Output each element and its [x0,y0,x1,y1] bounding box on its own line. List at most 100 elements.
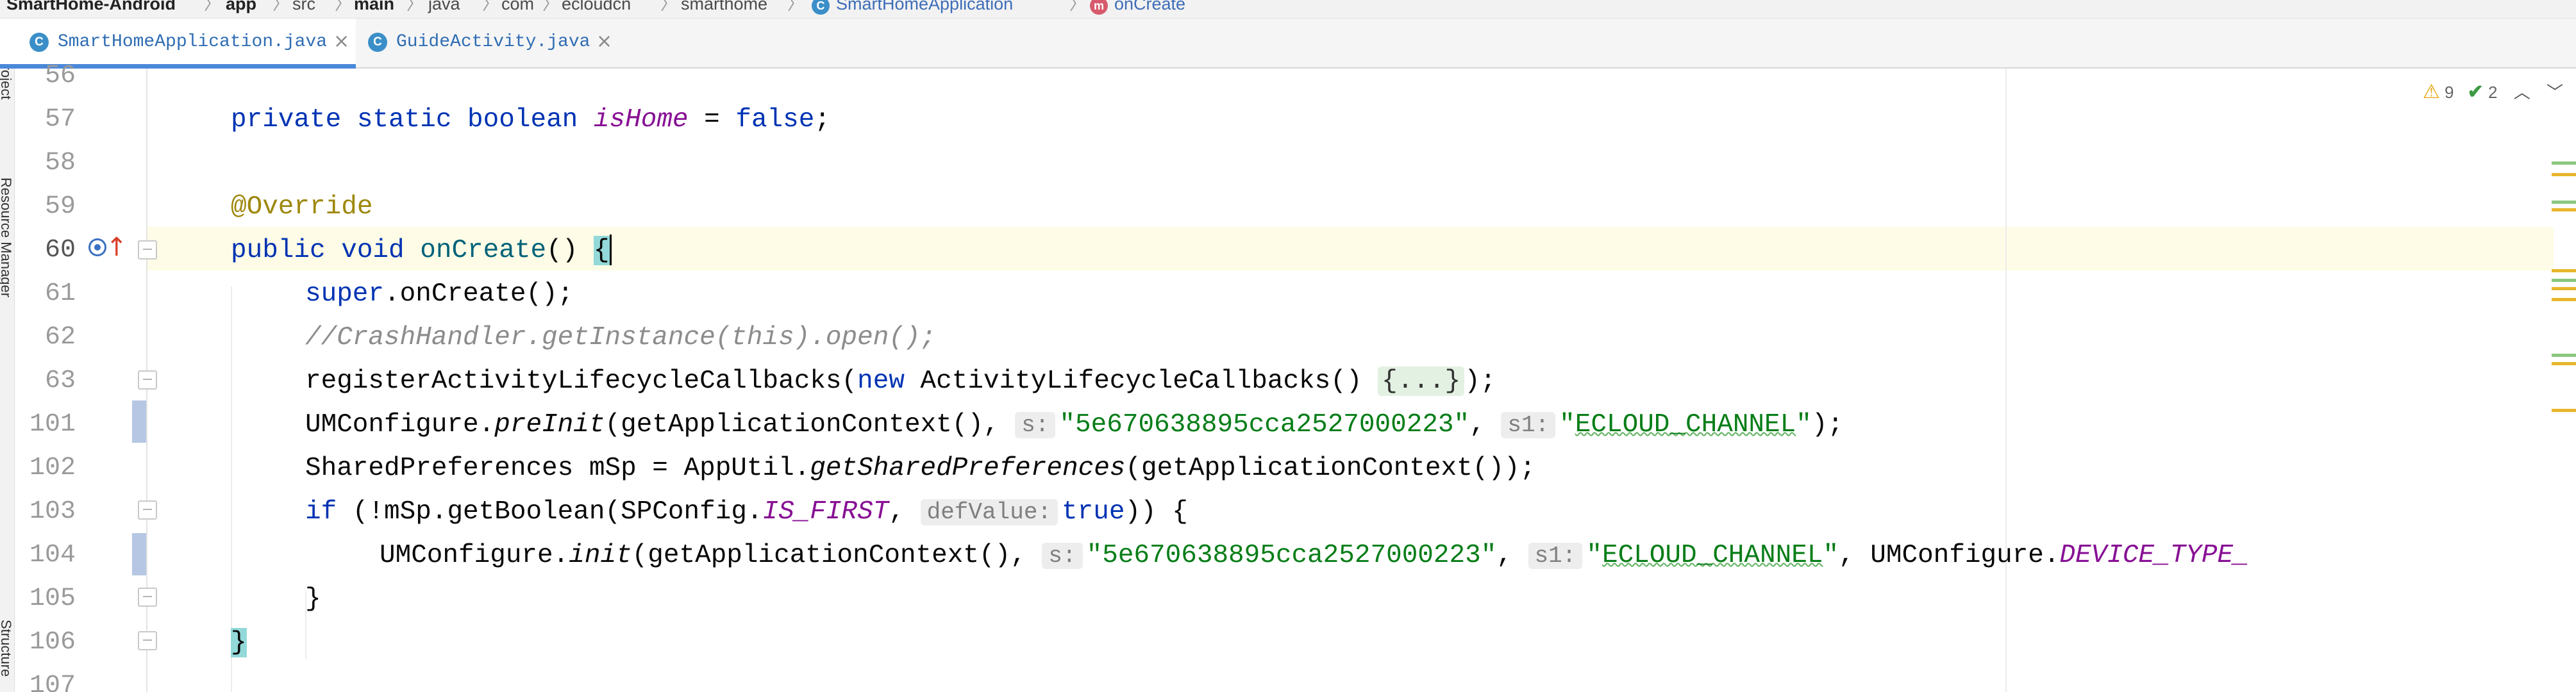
code-line[interactable]: registerActivityLifecycleCallbacks(new A… [305,359,1496,403]
breadcrumb-item[interactable]: ecloudcn [562,0,631,13]
next-highlight-icon[interactable]: ﹀ [2547,83,2563,102]
error-stripe-marker[interactable] [2552,208,2576,211]
breadcrumb-item[interactable]: smarthome [681,0,767,13]
code-token: preInit [494,410,605,440]
code-line[interactable]: if (!mSp.getBoolean(SPConfig.IS_FIRST, d… [305,490,1188,534]
code-token: } [305,584,321,614]
error-stripe-marker[interactable] [2552,173,2576,176]
line-number[interactable]: 106 [19,621,76,664]
tab-guideactivity-java[interactable]: C GuideActivity.java × [359,19,615,67]
code-token: ; [814,105,830,135]
project-tool-button[interactable]: Project [0,69,14,99]
code-token: " [1796,410,1812,440]
line-number[interactable]: 59 [19,185,76,229]
error-stripe-marker[interactable] [2552,279,2576,282]
breadcrumb-item[interactable]: onCreate [1114,0,1185,13]
breadcrumb-separator: 〉 [272,0,290,13]
error-stripe-marker[interactable] [2552,362,2576,365]
line-number[interactable]: 102 [19,447,76,490]
folded-code-block[interactable]: {...} [1378,367,1465,396]
check-icon: ✔ [2467,81,2484,103]
line-number[interactable]: 103 [19,490,76,534]
code-editor[interactable]: private static boolean isHome = false; @O… [147,69,2532,692]
error-stripe-marker[interactable] [2552,409,2576,412]
breadcrumb-item[interactable]: SmartHome-Android [6,0,176,13]
code-line[interactable]: } [305,577,321,621]
breadcrumb-item[interactable]: java [428,0,460,13]
code-line[interactable]: UMConfigure.preInit(getApplicationContex… [305,403,1843,447]
code-token: .onCreate(); [384,279,574,309]
line-number[interactable]: 56 [19,54,76,98]
code-line[interactable]: } [231,621,247,664]
code-token: IS_FIRST [762,497,889,527]
line-number[interactable]: 101 [19,403,76,447]
line-number[interactable]: 57 [19,98,76,142]
error-stripe-marker[interactable] [2552,161,2576,165]
structure-tool-button[interactable]: Structure [0,620,14,677]
code-token: () [546,236,594,265]
line-number[interactable]: 61 [19,272,76,316]
code-line[interactable]: SharedPreferences mSp = AppUtil.getShare… [305,447,1535,490]
override-icon[interactable] [88,238,106,256]
code-line[interactable]: public void onCreate() { [231,229,612,272]
vcs-change-marker[interactable] [132,533,146,575]
class-icon: C [368,33,387,52]
code-token: (getApplicationContext()); [1125,454,1536,483]
code-token: DEVICE_TYPE_ [2059,541,2249,570]
close-icon[interactable]: × [596,29,612,54]
code-token: init [569,541,632,570]
vcs-change-marker[interactable] [132,400,146,443]
override-arrow-icon[interactable]: ↑ [106,232,128,263]
breadcrumb-separator: 〉 [660,0,678,13]
code-line[interactable]: UMConfigure.init(getApplicationContext()… [380,534,2249,577]
line-number[interactable]: 107 [19,664,76,692]
code-token: UMConfigure. [305,410,495,440]
breadcrumb-separator: 〉 [1069,0,1087,13]
warning-count: 9 [2444,83,2454,102]
breadcrumb-item[interactable]: main [354,0,394,13]
code-token: { [593,236,610,265]
parameter-hint: defValue: [920,499,1058,525]
code-token: SharedPreferences mSp = AppUtil. [305,454,810,483]
line-number[interactable]: 60 [19,229,76,272]
code-line[interactable]: //CrashHandler.getInstance(this).open(); [305,316,936,359]
error-stripe-marker[interactable] [2552,298,2576,301]
breadcrumb-item[interactable]: app [226,0,256,13]
line-number[interactable]: 105 [19,577,76,621]
line-number[interactable]: 58 [19,142,76,185]
code-line[interactable]: super.onCreate(); [305,272,573,316]
code-token: new [857,367,905,396]
class-icon: C [29,33,49,52]
code-token: false [735,105,815,135]
code-token: private static boolean [231,105,594,135]
error-stripe-marker[interactable] [2552,287,2576,290]
tab-label: SmartHomeApplication.java [58,32,328,52]
weak-warning-count: 2 [2488,83,2498,102]
error-stripe-marker[interactable] [2552,201,2576,204]
line-number[interactable]: 62 [19,316,76,359]
code-token: , [1469,410,1501,440]
error-stripe-marker[interactable] [2552,269,2576,272]
code-line[interactable]: @Override [231,185,372,229]
close-icon[interactable]: × [333,29,349,54]
breadcrumb-item[interactable]: com [501,0,534,13]
previous-highlight-icon[interactable]: ︿ [2514,83,2530,102]
code-token: } [231,628,247,657]
line-number[interactable]: 63 [19,359,76,403]
code-line[interactable]: private static boolean isHome = false; [231,98,830,142]
breadcrumb-item[interactable]: src [292,0,315,13]
code-token: , [1496,541,1528,570]
error-stripe-marker[interactable] [2552,354,2576,357]
class-icon: C [812,0,830,15]
breadcrumb-item[interactable]: SmartHomeApplication [836,0,1013,13]
code-token: ECLOUD_CHANNEL [1575,410,1796,440]
code-token: if [305,497,337,527]
code-token: getSharedPreferences [810,454,1126,483]
code-token: registerActivityLifecycleCallbacks( [305,367,858,396]
resource-manager-tool-button[interactable]: Resource Manager [0,177,14,297]
parameter-hint: s1: [1501,412,1556,438]
warning-icon: ⚠ [2422,81,2440,103]
line-number[interactable]: 104 [19,534,76,577]
inspection-widget[interactable]: ⚠ 9 ✔ 2 ︿ ﹀ [2423,79,2563,105]
parameter-hint: s: [1015,412,1056,438]
